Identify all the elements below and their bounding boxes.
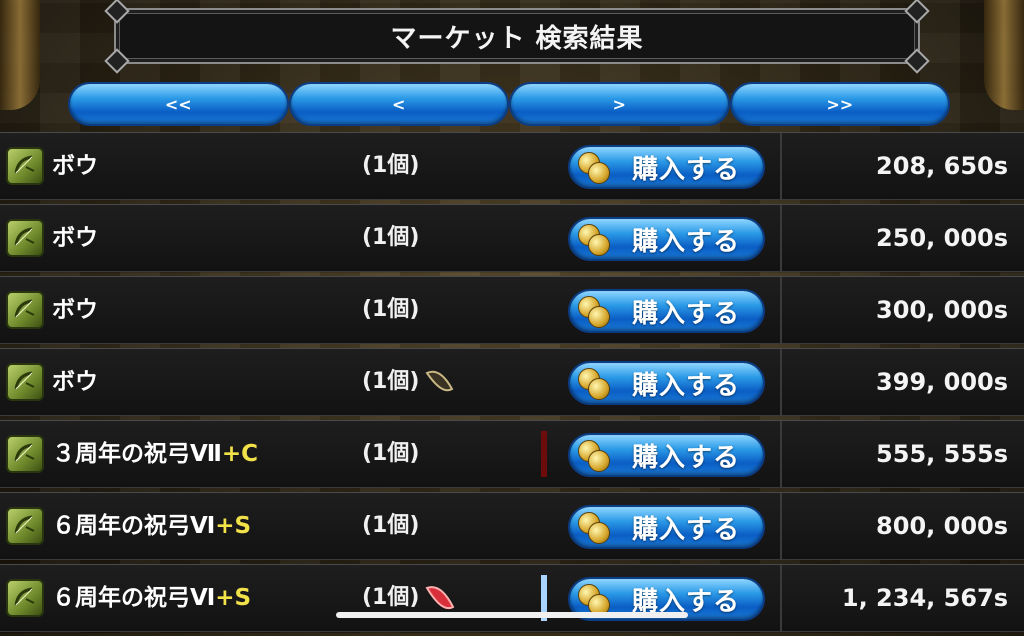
coin-icon xyxy=(576,364,614,402)
bow-icon-shape xyxy=(14,371,35,390)
item-name-text: ボウ xyxy=(52,153,98,179)
item-price: 250, 000s xyxy=(876,224,1008,252)
item-name-text: ６周年の祝弓Ⅵ xyxy=(52,513,216,539)
item-quantity: (1個) xyxy=(362,441,420,466)
buy-button-label: 購入する xyxy=(632,298,741,329)
column-divider xyxy=(780,493,782,559)
item-suffix: +S xyxy=(215,513,252,539)
buy-button-label: 購入する xyxy=(632,226,741,257)
listing-row: ６周年の祝弓Ⅵ+S (1個) 購入する 800, 000s xyxy=(0,492,1024,560)
coin-icon xyxy=(576,148,614,186)
item-name-text: ６周年の祝弓Ⅵ xyxy=(52,585,216,611)
left-ornament xyxy=(0,0,40,110)
listing-row: ボウ (1個) 購入する 399, 000s xyxy=(0,348,1024,416)
coin-icon xyxy=(576,508,614,546)
item-price: 555, 555s xyxy=(876,440,1008,468)
listing-row: ６周年の祝弓Ⅵ+S (1個) 購入する 1, 234, 567s xyxy=(0,564,1024,632)
bow-icon-shape xyxy=(14,299,35,318)
item-name: ６周年の祝弓Ⅵ+S xyxy=(52,493,251,559)
item-price: 300, 000s xyxy=(876,296,1008,324)
column-divider xyxy=(780,349,782,415)
coin-icon xyxy=(576,220,614,258)
item-quantity: (1個) xyxy=(362,225,420,250)
buy-button[interactable]: 購入する xyxy=(570,435,763,475)
item-name-text: ボウ xyxy=(52,369,98,395)
buy-button-label: 購入する xyxy=(632,442,741,473)
listing-row: ボウ (1個) 購入する 300, 000s xyxy=(0,276,1024,344)
item-quantity: (1個) xyxy=(362,513,420,538)
buy-button[interactable]: 購入する xyxy=(570,147,763,187)
bow-icon[interactable] xyxy=(6,147,44,185)
bow-icon[interactable] xyxy=(6,291,44,329)
buy-button-label: 購入する xyxy=(632,370,741,401)
home-indicator[interactable] xyxy=(336,612,688,618)
buy-button[interactable]: 購入する xyxy=(570,363,763,403)
item-price: 399, 000s xyxy=(876,368,1008,396)
next-page-button[interactable]: > xyxy=(511,84,728,124)
red-gem-icon xyxy=(425,586,455,610)
bow-icon[interactable] xyxy=(6,507,44,545)
bow-icon-shape xyxy=(14,155,35,174)
item-quantity: (1個) xyxy=(362,585,420,610)
bow-icon[interactable] xyxy=(6,363,44,401)
item-name: ボウ xyxy=(52,277,98,343)
buy-button[interactable]: 購入する xyxy=(570,507,763,547)
prev-page-button[interactable]: < xyxy=(290,84,507,124)
listing-row: ボウ (1個) 購入する 208, 650s xyxy=(0,132,1024,200)
page-title: マーケット 検索結果 xyxy=(390,23,644,54)
pager: << < > >> xyxy=(70,84,948,124)
right-ornament xyxy=(984,0,1024,110)
buy-button[interactable]: 購入する xyxy=(570,291,763,331)
item-name: ボウ xyxy=(52,205,98,271)
buy-button-label: 購入する xyxy=(632,514,741,545)
listing-list: ボウ (1個) 購入する 208, 650s ボウ (1個) 購入する 250, 000s ボウ… xyxy=(0,132,1024,636)
title-bar: マーケット 検索結果 xyxy=(104,0,930,74)
coin-icon xyxy=(576,292,614,330)
item-name: ６周年の祝弓Ⅵ+S xyxy=(52,565,251,631)
bow-icon-shape xyxy=(14,587,35,606)
item-quantity: (1個) xyxy=(362,369,420,394)
stone-icon xyxy=(425,370,454,392)
first-page-button[interactable]: << xyxy=(70,84,287,124)
item-name-text: ３周年の祝弓Ⅶ xyxy=(52,441,222,467)
red-marker xyxy=(541,431,547,477)
item-price: 208, 650s xyxy=(876,152,1008,180)
bow-icon[interactable] xyxy=(6,219,44,257)
coin-icon xyxy=(576,436,614,474)
buy-button-label: 購入する xyxy=(632,154,741,185)
column-divider xyxy=(780,277,782,343)
bow-icon-shape xyxy=(14,515,35,534)
item-name: ３周年の祝弓Ⅶ+C xyxy=(52,421,258,487)
item-name-text: ボウ xyxy=(52,297,98,323)
item-suffix: +C xyxy=(221,441,259,467)
listing-row: ボウ (1個) 購入する 250, 000s xyxy=(0,204,1024,272)
listing-row: ３周年の祝弓Ⅶ+C (1個) 購入する 555, 555s xyxy=(0,420,1024,488)
item-quantity: (1個) xyxy=(362,153,420,178)
bow-icon[interactable] xyxy=(6,435,44,473)
bow-icon-shape xyxy=(14,443,35,462)
item-quantity: (1個) xyxy=(362,297,420,322)
bow-icon[interactable] xyxy=(6,579,44,617)
item-name: ボウ xyxy=(52,133,98,199)
last-page-button[interactable]: >> xyxy=(731,84,948,124)
item-suffix: +S xyxy=(215,585,252,611)
buy-button[interactable]: 購入する xyxy=(570,219,763,259)
column-divider xyxy=(780,205,782,271)
bow-icon-shape xyxy=(14,227,35,246)
column-divider xyxy=(780,565,782,631)
column-divider xyxy=(780,421,782,487)
item-name-text: ボウ xyxy=(52,225,98,251)
column-divider xyxy=(780,133,782,199)
item-price: 1, 234, 567s xyxy=(841,584,1008,612)
item-name: ボウ xyxy=(52,349,98,415)
item-price: 800, 000s xyxy=(876,512,1008,540)
